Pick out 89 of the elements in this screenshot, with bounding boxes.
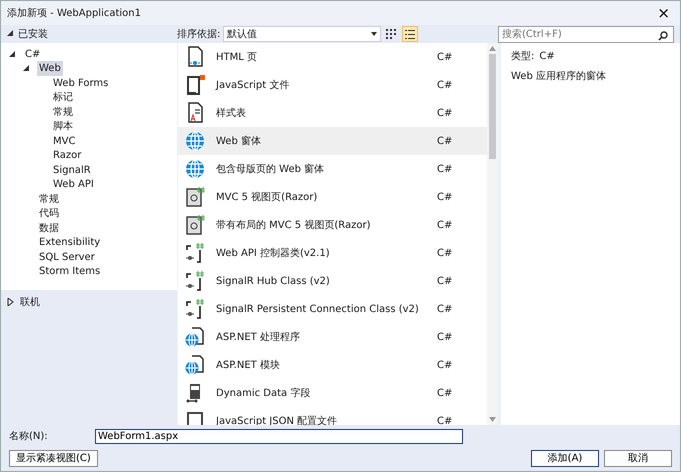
globe-document-icon: [184, 326, 206, 348]
section-header: 联机: [20, 296, 40, 310]
caret-icon: [370, 32, 377, 36]
scrollbar[interactable]: [487, 43, 498, 425]
template-item[interactable]: 包含母版页的 Web 窗体 C#: [178, 155, 487, 183]
template-language: C#: [437, 162, 454, 176]
template-item[interactable]: JavaScript 文件 C#: [178, 71, 487, 99]
search-field[interactable]: 搜索(Ctrl+F): [498, 26, 674, 42]
template-language: C#: [437, 134, 454, 148]
template-language: C#: [437, 274, 454, 288]
page-template-icon: [184, 186, 206, 208]
tree-item[interactable]: Razor: [51, 148, 84, 164]
template-name: Dynamic Data 字段: [215, 386, 312, 400]
add-button[interactable]: 添加(A): [531, 450, 599, 467]
list-view-button[interactable]: [402, 26, 418, 42]
class-file-icon: [184, 242, 206, 264]
sort-label: 排序依据:: [177, 28, 220, 42]
template-language: C#: [437, 246, 454, 260]
template-language: C#: [437, 386, 454, 400]
page-template-icon: [184, 214, 206, 236]
template-name: SignalR Hub Class (v2): [215, 274, 331, 288]
name-field[interactable]: WebForm1.aspx: [95, 429, 463, 444]
template-name: Web 窗体: [215, 134, 262, 148]
script-file-icon: [184, 74, 206, 96]
globe-icon: [184, 130, 206, 152]
tree-item[interactable]: 脚本: [51, 119, 75, 134]
globe-document-icon: [184, 354, 206, 376]
tree-item[interactable]: SignalR: [51, 162, 93, 178]
close-button[interactable]: ×: [653, 6, 674, 20]
tree-item[interactable]: MVC: [51, 134, 78, 149]
template-item[interactable]: SignalR Persistent Connection Class (v2) C#: [178, 295, 487, 323]
globe-icon: [184, 158, 206, 180]
tree-item[interactable]: 常规: [37, 192, 61, 207]
type-label: 类型:: [511, 50, 534, 64]
template-language: C#: [437, 106, 454, 120]
template-item[interactable]: Web API 控制器类(v2.1) C#: [178, 239, 487, 267]
cancel-button[interactable]: 取消: [604, 450, 672, 467]
template-language: C#: [437, 190, 454, 204]
scroll-thumb[interactable]: [489, 54, 496, 159]
window-title: 添加新项 - WebApplication1: [7, 6, 142, 20]
tree-item[interactable]: 代码: [37, 206, 61, 222]
tree-item[interactable]: 数据: [37, 220, 61, 236]
section-header: 已安装: [18, 28, 48, 42]
template-language: C#: [437, 414, 454, 425]
search-icon: [656, 28, 670, 44]
template-item[interactable]: 带有布局的 MVC 5 视图页(Razor) C#: [178, 211, 487, 239]
template-item[interactable]: 样式表 C#: [178, 99, 487, 127]
expand-arrow-icon[interactable]: [7, 296, 14, 308]
template-item[interactable]: ASP.NET 模块 C#: [178, 351, 487, 379]
template-item[interactable]: Dynamic Data 字段 C#: [178, 379, 487, 407]
tree-item[interactable]: Web: [37, 61, 63, 76]
class-file-icon: [184, 298, 206, 320]
tree-item[interactable]: SQL Server: [37, 250, 97, 265]
tree-item[interactable]: Web Forms: [51, 76, 110, 91]
sort-dropdown[interactable]: 默认值: [222, 26, 381, 42]
template-language: C#: [437, 358, 454, 372]
class-file-icon: [184, 270, 206, 292]
tree-item[interactable]: C#: [23, 46, 42, 62]
template-item[interactable]: Web 窗体 C#: [178, 127, 487, 155]
scroll-down-icon[interactable]: [489, 417, 496, 422]
template-name: MVC 5 视图页(Razor): [215, 190, 318, 204]
tree-item[interactable]: 常规: [51, 104, 75, 120]
tree-item[interactable]: Extensibility: [37, 235, 102, 250]
template-language: C#: [437, 50, 454, 64]
template-name: Web API 控制器类(v2.1): [215, 246, 331, 260]
template-item[interactable]: HTML 页 C#: [178, 43, 487, 71]
compact-view-button[interactable]: 显示紧凑视图(C): [9, 450, 98, 467]
template-language: C#: [437, 218, 454, 232]
template-name: ASP.NET 模块: [215, 358, 281, 372]
description-text: Web 应用程序的窗体: [511, 70, 607, 84]
template-name: 样式表: [215, 106, 247, 120]
template-item[interactable]: SignalR Hub Class (v2) C#: [178, 267, 487, 295]
tree-item[interactable]: 标记: [51, 90, 75, 106]
template-name: ASP.NET 处理程序: [215, 330, 301, 344]
template-language: C#: [437, 302, 454, 316]
template-name: HTML 页: [215, 50, 258, 64]
tree-item[interactable]: Web API: [51, 177, 96, 192]
template-name: SignalR Persistent Connection Class (v2): [215, 302, 420, 316]
template-name: 包含母版页的 Web 窗体: [215, 162, 326, 176]
template-item[interactable]: ASP.NET 处理程序 C#: [178, 323, 487, 351]
name-label: 名称(N):: [9, 430, 49, 444]
template-language: C#: [437, 78, 454, 92]
template-name: JavaScript 文件: [214, 78, 290, 92]
template-name: 带有布局的 MVC 5 视图页(Razor): [215, 218, 372, 232]
scroll-up-icon[interactable]: [489, 46, 496, 51]
template-item[interactable]: MVC 5 视图页(Razor) C#: [178, 183, 487, 211]
tree-item[interactable]: Storm Items: [37, 264, 102, 280]
template-language: C#: [437, 330, 454, 344]
type-value: C#: [539, 50, 555, 64]
